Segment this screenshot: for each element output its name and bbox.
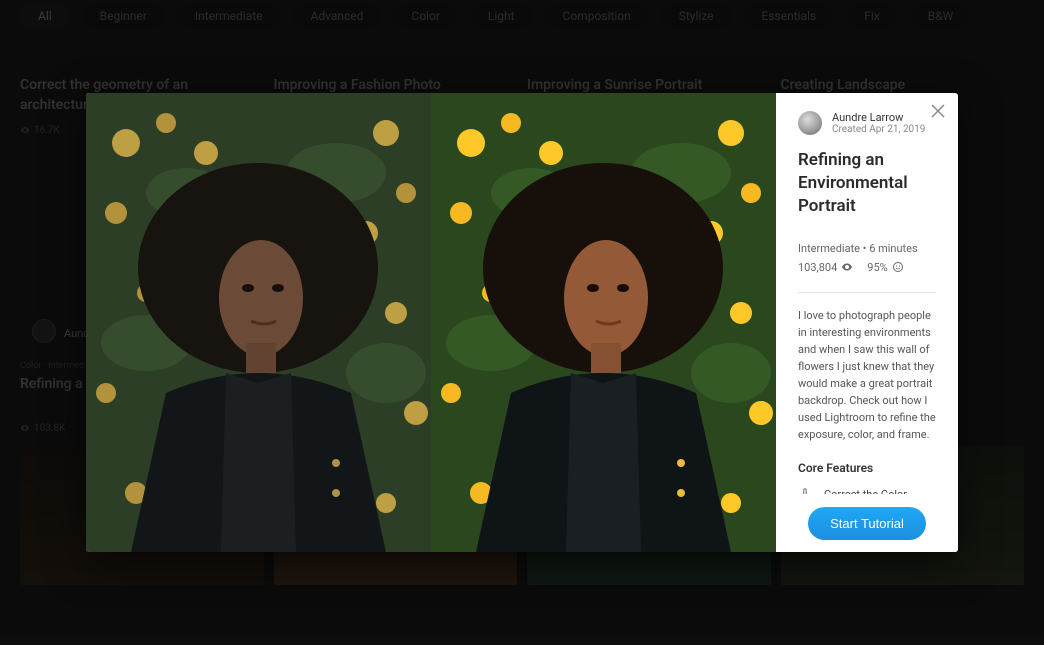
tutorial-detail-modal: Aundre Larrow Created Apr 21, 2019 Refin…	[86, 93, 958, 552]
tutorial-title: Refining an Environmental Portrait	[798, 149, 936, 218]
divider	[798, 292, 936, 293]
level-duration: Intermediate • 6 minutes	[798, 242, 936, 255]
stats-line: 103,804 95%	[798, 261, 936, 274]
close-button[interactable]	[930, 103, 946, 119]
modal-content-scroll[interactable]: Aundre Larrow Created Apr 21, 2019 Refin…	[776, 93, 958, 504]
before-image	[86, 93, 431, 552]
duration-label: 6 minutes	[869, 242, 917, 255]
start-tutorial-button[interactable]: Start Tutorial	[808, 507, 926, 540]
author-row: Aundre Larrow Created Apr 21, 2019	[798, 111, 936, 135]
eye-icon	[841, 261, 853, 273]
tutorial-description: I love to photograph people in interesti…	[798, 307, 936, 443]
level-label: Intermediate	[798, 242, 860, 255]
author-avatar	[798, 111, 822, 135]
core-features-label: Core Features	[798, 461, 936, 475]
modal-footer: Start Tutorial	[776, 494, 958, 552]
rating-percent: 95%	[867, 261, 887, 274]
after-image	[431, 93, 776, 552]
close-icon	[930, 103, 946, 119]
modal-side-panel: Aundre Larrow Created Apr 21, 2019 Refin…	[776, 93, 958, 552]
modal-preview-image	[86, 93, 776, 552]
created-date: Created Apr 21, 2019	[832, 124, 925, 135]
views-count: 103,804	[798, 261, 837, 274]
smile-icon	[892, 261, 904, 273]
author-name: Aundre Larrow	[832, 111, 925, 124]
